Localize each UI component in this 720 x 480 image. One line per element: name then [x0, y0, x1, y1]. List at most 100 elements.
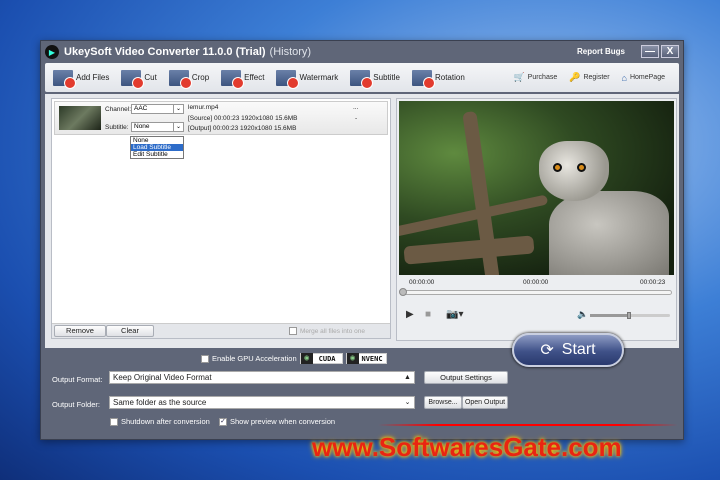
video-preview-panel: 00:00:00 00:00:00 00:00:23 ▶ ■ 📷▾ 🔈 [396, 98, 677, 341]
cuda-label: CUDA [318, 354, 336, 363]
home-icon: ⌂ [621, 72, 627, 83]
list-footer: Remove Clear Merge all files into one [52, 323, 390, 338]
subtitle-select[interactable]: None ⌄ [131, 122, 184, 132]
checkmark-icon: ✓ [219, 417, 227, 426]
rotation-button[interactable]: Rotation [411, 69, 465, 89]
output-format-select[interactable]: Keep Original Video Format ▲ [109, 371, 415, 384]
video-frame [399, 101, 674, 275]
output-info: [Output] 00:00:23 1920x1080 15.6MB [188, 125, 297, 132]
stop-icon[interactable]: ■ [425, 309, 431, 320]
status-dash: - [355, 115, 358, 122]
scissors-icon [121, 69, 145, 89]
file-list-item[interactable]: Channel: AAC ⌄ Subtitle: None ⌄ lemur.mp4 … [54, 101, 388, 135]
clear-button[interactable]: Clear [106, 325, 154, 337]
menu-item-none[interactable]: None [131, 137, 183, 144]
seek-handle[interactable] [399, 288, 407, 296]
menu-item-load-subtitle[interactable]: Load Subtitle [131, 144, 183, 151]
history-link[interactable]: (History) [270, 46, 312, 58]
chevron-down-icon: ⌄ [404, 399, 411, 406]
nvidia-icon: ◉ [300, 353, 313, 364]
merge-label: Merge all files into one [299, 327, 365, 335]
subtitle-icon [350, 69, 374, 89]
channel-select[interactable]: AAC ⌄ [131, 104, 184, 114]
effect-button[interactable]: Effect [221, 69, 264, 89]
gpu-label: Enable GPU Acceleration [212, 354, 297, 363]
show-preview-label: Show preview when conversion [230, 417, 336, 426]
seek-bar[interactable] [401, 290, 672, 295]
chevron-down-icon: ⌄ [173, 123, 183, 131]
purchase-link[interactable]: 🛒 Purchase [513, 72, 557, 83]
effect-icon [221, 69, 245, 89]
output-folder-value: Same folder as the source [113, 398, 207, 407]
checkbox-icon [288, 327, 297, 335]
crop-icon [168, 69, 192, 89]
open-output-button[interactable]: Open Output [462, 396, 508, 409]
main-area: Channel: AAC ⌄ Subtitle: None ⌄ lemur.mp4 … [45, 94, 679, 348]
crop-button[interactable]: Crop [168, 69, 209, 89]
nvenc-label: NVENC [361, 354, 383, 363]
volume-handle[interactable] [626, 312, 631, 319]
checkbox-icon [110, 417, 118, 426]
report-bugs-link[interactable]: Report Bugs [577, 47, 625, 56]
cut-button[interactable]: Cut [121, 69, 157, 89]
volume-fill [590, 314, 629, 317]
watermark-text: www.SoftwaresGate.com [312, 432, 622, 462]
more-button[interactable]: ... [353, 104, 358, 111]
time-current: 00:00:00 [409, 279, 435, 286]
minimize-button[interactable]: — [641, 45, 659, 58]
toolbar: Add Files Cut Crop Effect Watermark Subt… [45, 63, 679, 92]
lemur-head [539, 141, 609, 201]
play-icon[interactable]: ▶ [406, 309, 414, 320]
shutdown-checkbox[interactable]: Shutdown after conversion [110, 417, 210, 426]
watermark-icon [276, 69, 300, 89]
watermark-button[interactable]: Watermark [276, 69, 338, 89]
chevron-down-icon: ⌄ [173, 105, 183, 113]
register-link[interactable]: 🔑 Register [569, 72, 609, 83]
channel-label: Channel: [105, 106, 132, 113]
volume-icon[interactable]: 🔈 [577, 309, 588, 320]
subtitle-value: None [134, 123, 150, 130]
close-button[interactable]: X [661, 45, 679, 58]
convert-icon: ⟳ [540, 342, 554, 359]
start-label: Start [561, 341, 596, 358]
remove-button[interactable]: Remove [54, 325, 106, 337]
gpu-checkbox[interactable] [201, 354, 209, 363]
time-total: 00:00:23 [640, 279, 666, 286]
source-info: [Source] 00:00:23 1920x1080 15.6MB [188, 115, 298, 122]
app-title: UkeySoft Video Converter 11.0.0 (Trial) [64, 46, 266, 58]
start-button[interactable]: ⟳ Start [512, 333, 624, 367]
channel-value: AAC [134, 105, 148, 112]
title-bar: ▶ UkeySoft Video Converter 11.0.0 (Trial… [41, 41, 683, 63]
add-files-icon [53, 69, 76, 89]
browse-button[interactable]: Browse... [424, 396, 462, 409]
homepage-link[interactable]: ⌂ HomePage [622, 73, 665, 83]
lemur-body [549, 191, 669, 275]
output-folder-label: Output Folder: [52, 400, 100, 409]
eye [577, 163, 586, 172]
time-middle: 00:00:00 [523, 279, 549, 286]
output-format-label: Output Format: [52, 375, 103, 384]
chevron-up-icon: ▲ [404, 374, 411, 381]
eye [553, 163, 562, 172]
video-screen [399, 101, 674, 275]
volume-slider[interactable] [590, 312, 670, 319]
show-preview-checkbox[interactable]: ✓ Show preview when conversion [219, 417, 335, 426]
nvenc-badge: ◉ NVENC [345, 353, 387, 364]
output-folder-select[interactable]: Same folder as the source ⌄ [109, 396, 415, 409]
subtitle-button[interactable]: Subtitle [350, 69, 400, 89]
subtitle-dropdown-menu: None Load Subtitle Edit Subtitle [130, 136, 184, 159]
add-files-button[interactable]: Add Files [53, 69, 109, 89]
file-list: Channel: AAC ⌄ Subtitle: None ⌄ lemur.mp4 … [51, 98, 391, 339]
camera-icon[interactable]: 📷▾ [446, 309, 463, 320]
watermark-underline [378, 424, 678, 426]
shutdown-label: Shutdown after conversion [121, 417, 210, 426]
cuda-badge: ◉ CUDA [299, 353, 343, 364]
output-settings-button[interactable]: Output Settings [424, 371, 508, 384]
output-format-value: Keep Original Video Format [113, 373, 212, 382]
key-icon: 🔑 [569, 72, 581, 82]
merge-checkbox[interactable]: Merge all files into one [288, 327, 365, 335]
rotation-icon [411, 69, 435, 89]
gpu-row: Enable GPU Acceleration ◉ CUDA ◉ NVENC [201, 353, 387, 364]
subtitle-label: Subtitle: [105, 124, 129, 131]
menu-item-edit-subtitle[interactable]: Edit Subtitle [131, 151, 183, 158]
